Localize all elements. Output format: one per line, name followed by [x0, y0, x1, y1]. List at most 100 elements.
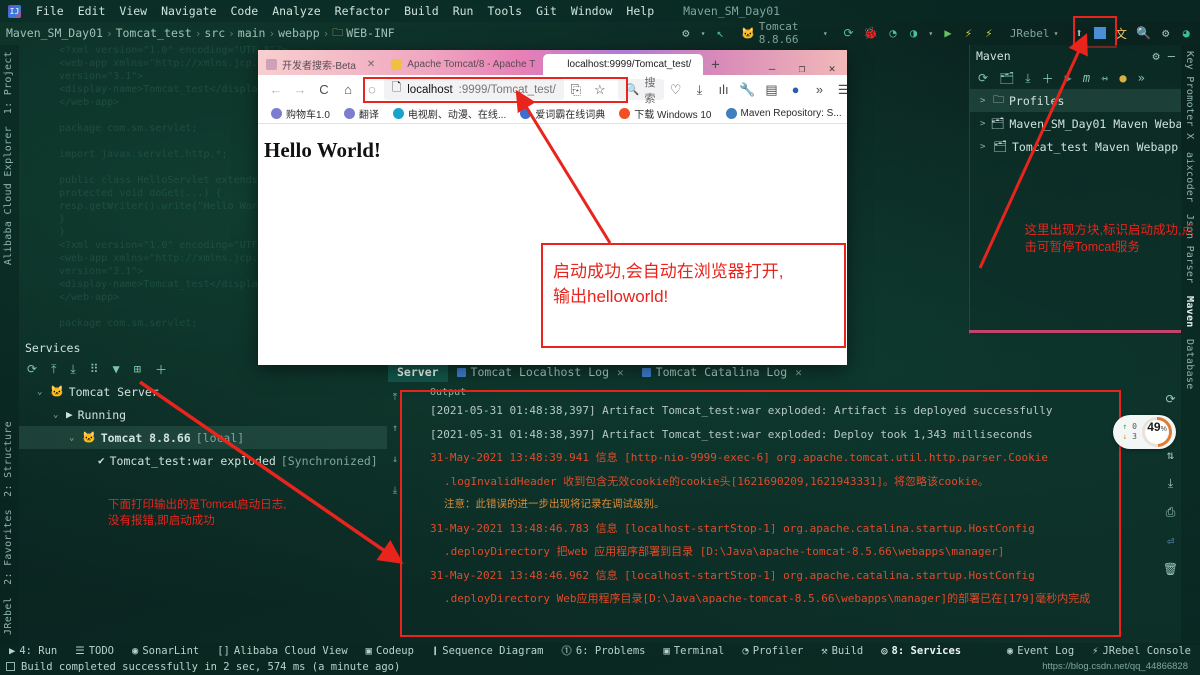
bottom-tool-0[interactable]: ▶ 4: Run — [0, 643, 66, 658]
menu-item-edit[interactable]: Edit — [71, 2, 113, 20]
wrench-icon[interactable]: 🔧 — [736, 82, 760, 98]
menu-item-run[interactable]: Run — [446, 2, 481, 20]
maven-row[interactable]: > 🗀 Profiles — [970, 89, 1181, 112]
left-tab-bottom-0[interactable]: 2: Structure — [0, 415, 17, 503]
services-row[interactable]: ⌄ 🐱 Tomcat Server — [19, 380, 387, 403]
close-icon[interactable]: ✕ — [795, 366, 802, 379]
execute-goal-icon[interactable]: m — [1083, 71, 1090, 85]
chevron-down-icon[interactable]: ▾ — [701, 29, 706, 38]
left-tab-bottom-1[interactable]: 2: Favorites — [0, 503, 17, 591]
download-sources-icon[interactable]: ⤓ — [1025, 71, 1030, 86]
left-tab-bottom-2[interactable]: JRebel — [0, 591, 17, 641]
forward-icon[interactable]: → — [288, 82, 312, 97]
filter-icon[interactable]: ▼ — [112, 362, 119, 376]
close-button[interactable]: ✕ — [817, 62, 847, 75]
collapse-all-icon[interactable]: ⤓ — [70, 362, 75, 377]
gear-icon[interactable]: ⚙ — [1160, 26, 1172, 41]
filter-icon[interactable]: ⇅ — [1167, 448, 1174, 462]
bottom-tool-8[interactable]: ◔ Profiler — [733, 643, 812, 658]
account-icon[interactable]: ● — [784, 82, 808, 97]
menu-item-analyze[interactable]: Analyze — [265, 2, 327, 20]
group-icon[interactable]: ⠿ — [90, 362, 99, 376]
pocket-icon[interactable]: ♡ — [664, 82, 688, 98]
add-maven-project-icon[interactable]: 🗂 — [999, 71, 1014, 85]
overflow-icon[interactable]: » — [808, 82, 832, 97]
maximize-button[interactable]: ❐ — [787, 62, 817, 75]
menu-item-help[interactable]: Help — [619, 2, 661, 20]
console-tab-2[interactable]: Tomcat Catalina Log ✕ — [633, 362, 811, 382]
search-icon[interactable]: 🔍 — [1136, 26, 1151, 41]
gear-icon[interactable]: ⚙ — [1153, 49, 1160, 63]
overflow-icon[interactable]: » — [1138, 71, 1145, 85]
minimize-button[interactable]: — — [757, 62, 787, 75]
back-icon[interactable]: ← — [264, 82, 288, 97]
search-input[interactable]: 🔍 搜索 — [617, 77, 664, 105]
bookmark-1[interactable]: 翻译 — [337, 106, 386, 121]
breadcrumb-item-3[interactable]: main — [238, 26, 266, 40]
scroll-to-end-icon[interactable]: ⤓ — [393, 485, 397, 496]
menu-item-refactor[interactable]: Refactor — [328, 2, 397, 20]
services-row[interactable]: ⌄ 🐱 Tomcat 8.8.66 [local] — [19, 426, 387, 449]
menu-item-navigate[interactable]: Navigate — [154, 2, 223, 20]
jrebel-debug-icon[interactable]: ⚡ — [983, 26, 995, 41]
home-icon[interactable]: ⌂ — [336, 82, 360, 97]
menu-item-build[interactable]: Build — [397, 2, 446, 20]
right-tab-0[interactable]: Key Promoter X — [1181, 45, 1198, 146]
bookmark-0[interactable]: 购物车1.0 — [264, 106, 337, 121]
new-tab-button[interactable]: + — [703, 57, 727, 75]
menu-item-window[interactable]: Window — [564, 2, 620, 20]
bottom-tool-7[interactable]: ▣ Terminal — [654, 643, 733, 658]
jrebel-selector[interactable]: JRebel ▾ — [1004, 26, 1065, 41]
bottom-tool-10[interactable]: ◎ 8: Services — [872, 643, 970, 658]
close-icon[interactable]: ✕ — [361, 59, 375, 70]
code-analyzer-badge[interactable]: ↑ 0 ↓ 3 49 % — [1112, 415, 1176, 449]
browser-tab-0[interactable]: 开发者搜索-Beta ✕ — [258, 54, 383, 75]
downloads-icon[interactable]: ⤓ — [688, 82, 712, 98]
save-to-pocket-icon[interactable]: ⎘ — [564, 82, 588, 98]
build-icon[interactable]: ⟳ — [843, 26, 855, 41]
scroll-to-top-icon[interactable]: ⤒ — [393, 392, 397, 403]
breadcrumb-item-5[interactable]: WEB-INF — [346, 26, 394, 40]
coverage-icon[interactable]: ◔ — [887, 26, 899, 41]
maven-panel-divider[interactable] — [969, 330, 1181, 333]
url-bar[interactable]: 🗋 localhost:9999/Tomcat_test/ — [384, 79, 564, 100]
bookmark-5[interactable]: Maven Repository: S... — [719, 108, 848, 119]
maven-row[interactable]: > 🗂 Tomcat_test Maven Webapp — [970, 135, 1181, 158]
rerun-icon[interactable]: ⟳ — [1165, 392, 1175, 406]
console-tab-1[interactable]: Tomcat Localhost Log ✕ — [448, 362, 633, 382]
avatar[interactable]: ◕ — [1180, 26, 1192, 41]
menu-item-view[interactable]: View — [112, 2, 154, 20]
menu-item-file[interactable]: File — [29, 2, 71, 20]
show-dependencies-icon[interactable]: ● — [1119, 71, 1126, 85]
bookmark-2[interactable]: 电视剧、动漫、在线... — [386, 106, 513, 121]
scroll-up-icon[interactable]: ↑ — [392, 423, 398, 434]
browser-tab-1[interactable]: Apache Tomcat/8 - Apache T✕ — [383, 54, 543, 75]
bottom-tool-3[interactable]: [] Alibaba Cloud View — [208, 643, 356, 658]
bottom-tool-right-1[interactable]: ⚡ JRebel Console — [1083, 645, 1200, 657]
left-tab-0[interactable]: 1: Project — [0, 45, 17, 120]
console-tab-0[interactable]: Server — [388, 362, 448, 382]
menu-icon[interactable]: ☰ — [832, 82, 847, 98]
expand-all-icon[interactable]: ⤒ — [51, 362, 56, 377]
services-row[interactable]: ⌄ ▶ Running — [19, 403, 387, 426]
library-icon[interactable]: ılı — [712, 82, 736, 97]
bottom-tool-4[interactable]: ▣ Codeup — [357, 643, 423, 658]
split-icon[interactable]: ⊞ — [134, 362, 141, 376]
bottom-tool-9[interactable]: ⚒ Build — [812, 643, 872, 658]
run-configuration-selector[interactable]: 🐱 Tomcat 8.8.66 ▾ — [735, 19, 834, 47]
right-tab-4[interactable]: Database — [1181, 333, 1198, 396]
chevron-down-icon[interactable]: ▾ — [928, 29, 933, 38]
refresh-icon[interactable]: ⟳ — [978, 71, 988, 85]
bottom-tool-1[interactable]: ☰ TODO — [66, 643, 123, 658]
breadcrumb-item-4[interactable]: webapp — [278, 26, 320, 40]
jrebel-run-icon[interactable]: ⚡ — [963, 26, 975, 41]
menu-item-code[interactable]: Code — [224, 2, 266, 20]
left-tab-1[interactable]: Alibaba Cloud Explorer — [0, 120, 17, 271]
soft-wrap-icon[interactable]: ⏎ — [1167, 534, 1174, 548]
trash-icon[interactable]: 🗑 — [1163, 562, 1178, 576]
app-settings-icon[interactable]: ⚙ — [680, 26, 692, 41]
bookmark-4[interactable]: 下载 Windows 10 — [612, 106, 718, 121]
right-tab-1[interactable]: aixcoder — [1181, 146, 1198, 209]
reload-icon[interactable]: C — [312, 82, 336, 97]
services-row[interactable]: ✔ Tomcat_test:war exploded [Synchronized] — [19, 449, 387, 472]
